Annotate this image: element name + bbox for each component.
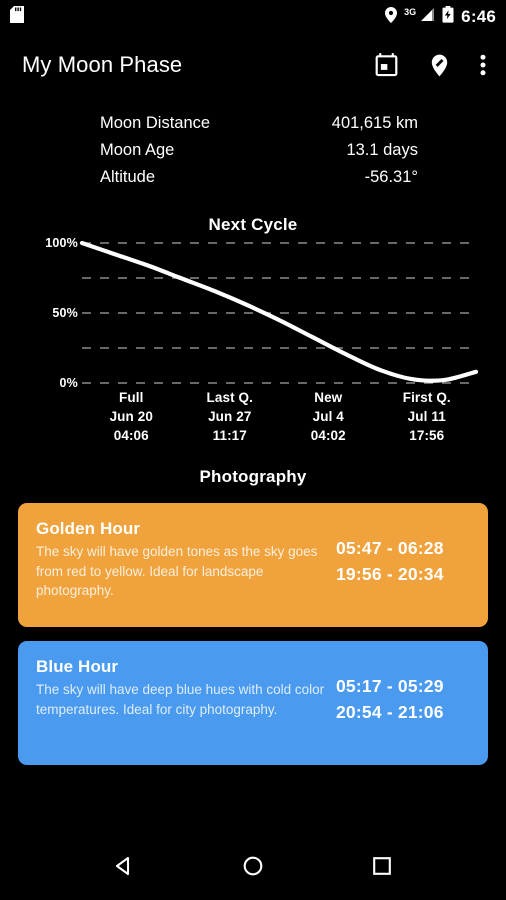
chart-x-tick-phase: New [314, 390, 343, 405]
info-label: Moon Age [100, 141, 175, 159]
signal-bars-icon [419, 7, 435, 27]
card-time-range: 05:17 - 05:29 [336, 676, 444, 696]
chart-y-tick-label: 50% [52, 306, 78, 320]
chart-x-tick-time: 17:56 [409, 428, 445, 443]
location-edit-icon[interactable] [427, 53, 452, 78]
chart-x-tick-group: Last Q. Jun 27 11:17 [181, 388, 280, 445]
chart-x-tick-phase: Last Q. [206, 390, 253, 405]
app-bar: My Moon Phase [0, 34, 506, 96]
chart-x-tick-date: Jun 20 [109, 409, 153, 424]
card-text-block: Blue Hour The sky will have deep blue hu… [36, 657, 336, 719]
app-bar-actions [374, 52, 490, 78]
card-time-range: 19:56 - 20:34 [336, 564, 444, 584]
calendar-icon[interactable] [374, 52, 399, 78]
card-text-block: Golden Hour The sky will have golden ton… [36, 519, 336, 601]
network-type-label: 3G [404, 7, 417, 17]
chart-x-tick-time: 04:02 [310, 428, 346, 443]
chart-x-tick-time: 11:17 [212, 428, 247, 443]
chart-x-tick-group: First Q. Jul 11 17:56 [378, 388, 477, 445]
status-bar: 3G 6:46 [0, 0, 506, 34]
info-value: 13.1 days [346, 141, 418, 159]
info-row: Altitude -56.31° [100, 164, 418, 191]
nav-home-button[interactable] [225, 838, 281, 894]
card-time-range: 05:47 - 06:28 [336, 538, 444, 558]
chart-y-tick-label: 100% [45, 236, 78, 250]
info-row: Moon Age 13.1 days [100, 137, 418, 164]
chart-y-axis: 0% 50% 100% [0, 236, 78, 390]
battery-charging-icon [442, 6, 454, 28]
chart-x-axis: Full Jun 20 04:06 Last Q. Jun 27 11:17 New Jul … [0, 388, 506, 445]
chart-x-tick-phase: Full [119, 390, 144, 405]
page-title: My Moon Phase [22, 52, 183, 77]
chart-x-tick-group: New Jul 4 04:02 [279, 388, 378, 445]
chart-x-tick-date: Jul 4 [312, 409, 344, 424]
android-navigation-bar [0, 832, 506, 900]
info-row: Moon Distance 401,615 km [100, 110, 418, 137]
chart-x-tick-date: Jul 11 [407, 409, 446, 424]
card-times-block: 05:17 - 05:29 20:54 - 21:06 [336, 657, 444, 725]
card-heading: Golden Hour [36, 519, 141, 538]
blue-hour-card[interactable]: Blue Hour The sky will have deep blue hu… [18, 641, 488, 765]
chart-x-tick-phase: First Q. [402, 390, 451, 405]
info-label: Altitude [100, 168, 156, 186]
chart-plot-area: 0% 50% 100% [0, 236, 506, 390]
chart-canvas [79, 240, 479, 384]
card-description: The sky will have deep blue hues with co… [36, 682, 325, 717]
card-heading: Blue Hour [36, 657, 119, 676]
status-bar-clock: 6:46 [461, 7, 496, 26]
golden-hour-card[interactable]: Golden Hour The sky will have golden ton… [18, 503, 488, 627]
status-bar-left [10, 6, 24, 28]
photography-section-title: Photography [199, 467, 307, 486]
chart-x-tick-group: Full Jun 20 04:06 [82, 388, 181, 445]
card-description: The sky will have golden tones as the sk… [36, 544, 318, 598]
chart-title: Next Cycle [208, 215, 298, 234]
info-label: Moon Distance [100, 114, 211, 132]
chart-x-tick-time: 04:06 [113, 428, 149, 443]
chart-x-tick-date: Jun 27 [208, 409, 252, 424]
next-cycle-chart: Next Cycle 0% 50% 100% Full Jun 20 04:06 Last… [0, 215, 506, 445]
info-value: -56.31° [364, 168, 418, 186]
nav-back-button[interactable] [96, 838, 152, 894]
chart-line-illumination [79, 240, 479, 383]
location-pin-icon [385, 6, 398, 28]
info-value: 401,615 km [331, 114, 418, 132]
nav-recents-button[interactable] [354, 838, 410, 894]
moon-info-list: Moon Distance 401,615 km Moon Age 13.1 d… [0, 110, 506, 191]
overflow-menu-icon[interactable] [480, 53, 486, 77]
card-times-block: 05:47 - 06:28 19:56 - 20:34 [336, 519, 444, 587]
chart-y-tick-label: 0% [59, 376, 78, 390]
card-time-range: 20:54 - 21:06 [336, 702, 444, 722]
sd-card-icon [10, 6, 24, 28]
status-bar-right: 3G 6:46 [385, 6, 496, 28]
